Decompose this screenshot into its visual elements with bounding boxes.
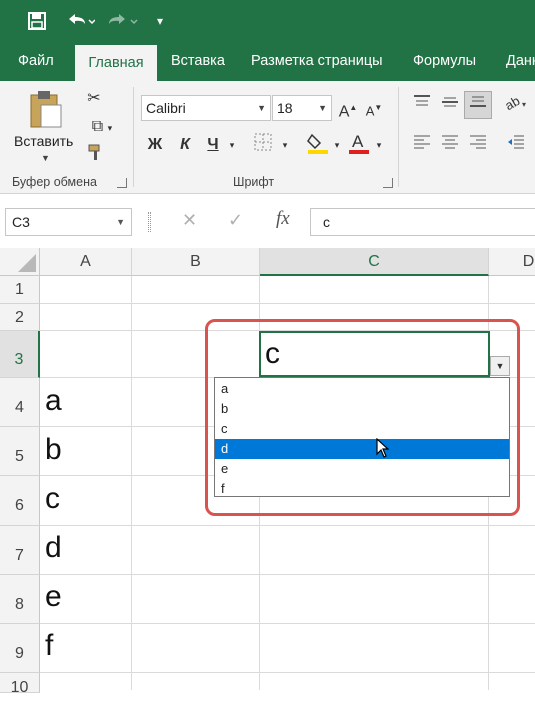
row-header-4[interactable]: 4 <box>0 378 40 427</box>
row-gridline <box>40 672 535 673</box>
column-header-a[interactable]: A <box>40 248 132 276</box>
bold-button[interactable]: Ж <box>143 133 167 157</box>
name-box-value: C3 <box>12 214 30 230</box>
name-box[interactable]: C3 ▼ <box>5 208 132 236</box>
font-name-select[interactable]: Calibri ▼ <box>141 95 271 121</box>
column-header-b[interactable]: B <box>132 248 260 276</box>
cell-a9[interactable]: f <box>45 629 53 663</box>
tab-formulas[interactable]: Формулы <box>413 42 476 81</box>
font-color-dropdown-icon[interactable]: ▾ <box>373 133 385 157</box>
borders-icon[interactable] <box>251 133 275 159</box>
align-center-icon[interactable] <box>438 133 462 159</box>
tab-page-layout[interactable]: Разметка страницы <box>251 42 383 81</box>
group-separator <box>133 87 134 187</box>
select-all-corner[interactable] <box>0 248 40 276</box>
undo-icon[interactable] <box>62 8 98 34</box>
orientation-icon[interactable]: ab ▾ <box>502 93 532 121</box>
row-header-2[interactable]: 2 <box>0 304 40 331</box>
svg-text:ab: ab <box>504 93 522 113</box>
chevron-down-icon: ▼ <box>257 103 266 113</box>
mouse-cursor-icon <box>376 438 390 458</box>
tab-insert[interactable]: Вставка <box>171 42 225 81</box>
align-left-icon[interactable] <box>410 133 434 159</box>
group-separator <box>398 87 399 187</box>
paste-button[interactable]: Вставить ▼ <box>10 87 78 171</box>
italic-button[interactable]: К <box>173 133 197 157</box>
redo-icon[interactable] <box>106 8 142 34</box>
row-gridline <box>40 574 535 575</box>
svg-text:A: A <box>352 132 364 151</box>
tab-data[interactable]: Данн <box>506 42 535 81</box>
row-header-10[interactable]: 10 <box>0 673 40 696</box>
row-header-1[interactable]: 1 <box>0 276 40 304</box>
customize-qat-icon[interactable]: ▾ <box>152 8 168 34</box>
tab-home[interactable]: Главная <box>75 45 157 81</box>
save-icon[interactable] <box>26 8 48 34</box>
font-launcher-icon[interactable] <box>383 178 393 188</box>
chevron-down-icon: ▼ <box>116 217 125 227</box>
formula-input[interactable]: c <box>310 208 535 236</box>
cell-a7[interactable]: d <box>45 531 62 565</box>
cell-a6[interactable]: c <box>45 482 60 516</box>
formula-bar-grip-icon <box>148 212 151 232</box>
underline-dropdown-icon[interactable]: ▾ <box>226 133 238 157</box>
quick-access-toolbar: ▾ <box>0 0 535 42</box>
formula-bar: C3 ▼ ✕ ✓ fx c <box>0 194 535 248</box>
insert-function-button[interactable]: fx <box>276 208 290 230</box>
svg-text:▾: ▾ <box>522 100 526 109</box>
tab-file[interactable]: Файл <box>18 42 54 81</box>
row-gridline <box>40 525 535 526</box>
row-header-3[interactable]: 3 <box>0 331 40 378</box>
formula-value: c <box>323 214 330 230</box>
enter-icon[interactable]: ✓ <box>228 210 243 231</box>
column-header-d[interactable]: D <box>489 248 535 276</box>
annotation-highlight-box <box>205 319 520 516</box>
row-gridline <box>40 303 535 304</box>
cut-icon[interactable]: ✂ <box>82 87 106 111</box>
fill-color-dropdown-icon[interactable]: ▾ <box>331 133 343 157</box>
row-header-7[interactable]: 7 <box>0 526 40 575</box>
fill-color-icon[interactable] <box>306 131 330 163</box>
copy-icon[interactable]: ⧉ ▾ <box>82 115 122 140</box>
chevron-down-icon: ▼ <box>318 103 327 113</box>
clipboard-icon <box>30 91 62 128</box>
font-color-icon[interactable]: A <box>347 131 371 163</box>
align-top-icon[interactable] <box>410 93 434 119</box>
format-painter-icon[interactable] <box>84 143 108 169</box>
font-size-select[interactable]: 18 ▼ <box>272 95 332 121</box>
increase-font-icon[interactable]: A▲ <box>337 96 359 124</box>
ribbon-tabs: Файл Главная Вставка Разметка страницы Ф… <box>0 42 535 81</box>
column-header-c[interactable]: C <box>260 248 489 276</box>
row-header-9[interactable]: 9 <box>0 624 40 673</box>
cell-a8[interactable]: e <box>45 580 62 614</box>
font-name-value: Calibri <box>146 100 186 116</box>
decrease-font-icon[interactable]: A▼ <box>363 96 385 123</box>
column-gridline <box>131 276 132 690</box>
row-header-8[interactable]: 8 <box>0 575 40 624</box>
cancel-icon[interactable]: ✕ <box>182 210 197 231</box>
font-group-label: Шрифт <box>233 175 275 189</box>
clipboard-launcher-icon[interactable] <box>117 178 127 188</box>
row-header-6[interactable]: 6 <box>0 476 40 526</box>
paste-dropdown-icon[interactable]: ▼ <box>41 153 50 163</box>
paste-label: Вставить <box>14 133 74 149</box>
align-middle-icon[interactable] <box>438 93 462 119</box>
borders-dropdown-icon[interactable]: ▾ <box>279 133 291 157</box>
align-right-icon[interactable] <box>466 133 490 159</box>
underline-button[interactable]: Ч <box>201 133 225 157</box>
row-gridline <box>40 623 535 624</box>
cell-a5[interactable]: b <box>45 433 62 467</box>
row-header-5[interactable]: 5 <box>0 427 40 476</box>
clipboard-group-label: Буфер обмена <box>12 175 97 189</box>
decrease-indent-icon[interactable] <box>504 133 528 159</box>
cell-a4[interactable]: a <box>45 384 62 418</box>
align-bottom-icon[interactable] <box>464 91 492 119</box>
ribbon: Вставить ▼ ✂ ⧉ ▾ Буфер обмена Calibri ▼ … <box>0 81 535 194</box>
font-size-value: 18 <box>277 100 293 116</box>
